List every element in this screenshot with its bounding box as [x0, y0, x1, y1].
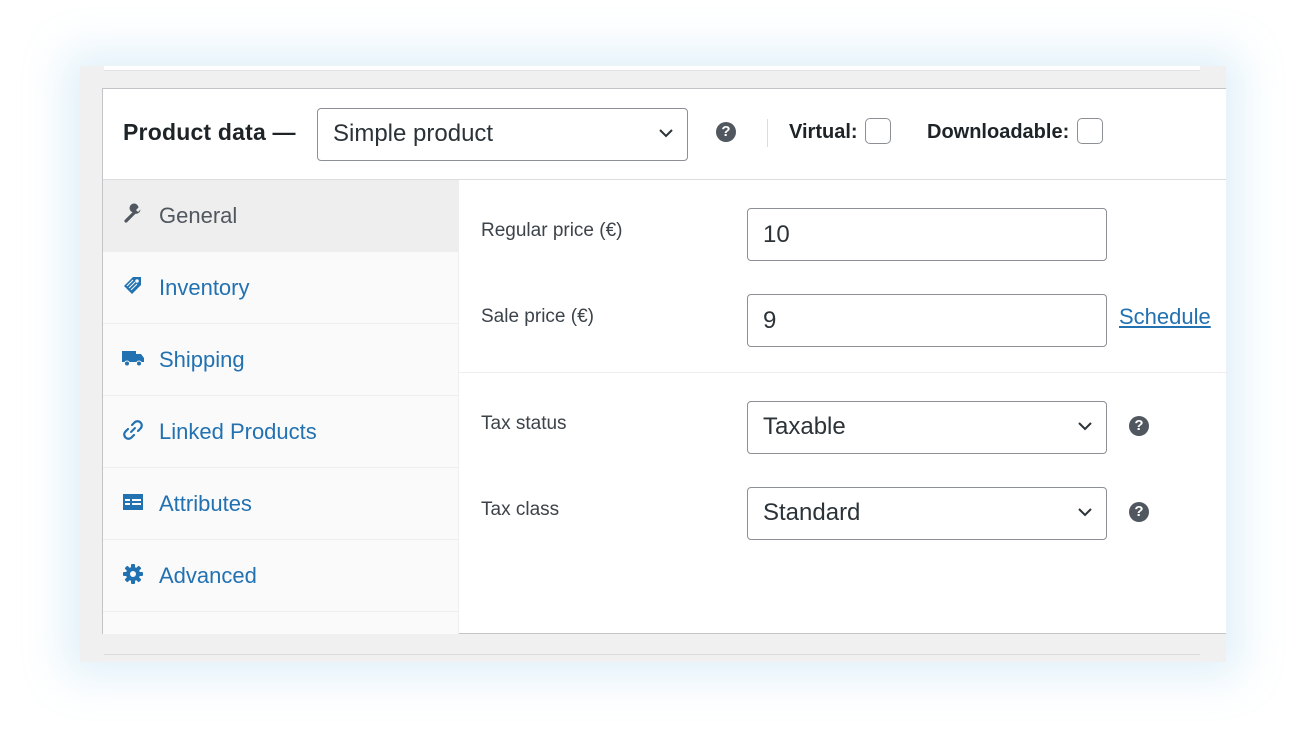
regular-price-value: 10	[763, 221, 790, 248]
section-divider	[459, 372, 1227, 373]
chevron-down-icon	[1078, 508, 1092, 517]
help-icon[interactable]: ?	[716, 122, 736, 142]
tax-class-value: Standard	[763, 499, 861, 526]
header-separator	[767, 119, 768, 147]
downloadable-label: Downloadable:	[927, 121, 1070, 143]
tab-linked-products-label: Linked Products	[159, 419, 317, 444]
frame-bottom-edge	[104, 654, 1200, 655]
tab-inventory[interactable]: Inventory	[103, 252, 458, 324]
tax-status-value: Taxable	[763, 413, 846, 440]
regular-price-input[interactable]: 10	[747, 208, 1107, 261]
tax-class-help-icon[interactable]: ?	[1129, 502, 1149, 522]
product-data-header: Product data — Simple product ? Virtual:…	[103, 89, 1226, 180]
tax-class-label: Tax class	[481, 499, 560, 520]
product-data-tabs: General Inventory Shipping Linked Produc…	[103, 180, 459, 634]
tab-linked-products[interactable]: Linked Products	[103, 396, 458, 468]
tab-shipping-label: Shipping	[159, 347, 245, 372]
tag-icon	[124, 277, 141, 294]
tab-inventory-label: Inventory	[159, 275, 250, 300]
sale-price-input[interactable]: 9	[747, 294, 1107, 347]
virtual-checkbox[interactable]	[865, 118, 891, 144]
gear-icon	[123, 564, 143, 584]
tax-status-help-icon[interactable]: ?	[1129, 416, 1149, 436]
product-data-panel: Product data — Simple product ? Virtual:…	[102, 88, 1227, 634]
tax-class-select[interactable]: Standard	[747, 487, 1107, 540]
tab-shipping[interactable]: Shipping	[103, 324, 458, 396]
link-icon	[123, 420, 143, 440]
chevron-down-icon	[659, 129, 673, 138]
tab-general-label: General	[159, 203, 238, 228]
truck-icon	[122, 351, 144, 367]
wrench-icon	[124, 203, 141, 223]
product-type-value: Simple product	[333, 120, 494, 147]
general-tab-panel: Regular price (€) 10 Sale price (€) 9 Sc…	[459, 180, 1227, 634]
downloadable-checkbox[interactable]	[1077, 118, 1103, 144]
tab-advanced[interactable]: Advanced	[103, 540, 458, 612]
sale-price-value: 9	[763, 307, 777, 334]
tab-attributes[interactable]: Attributes	[103, 468, 458, 540]
tax-status-select[interactable]: Taxable	[747, 401, 1107, 454]
tab-advanced-label: Advanced	[159, 563, 257, 588]
tab-attributes-label: Attributes	[159, 491, 252, 516]
list-icon	[123, 494, 143, 510]
product-type-select[interactable]: Simple product	[317, 108, 688, 161]
tab-general[interactable]: General	[103, 180, 458, 252]
schedule-link[interactable]: Schedule	[1119, 304, 1211, 330]
panel-title: Product data —	[123, 119, 296, 145]
sale-price-label: Sale price (€)	[481, 306, 594, 327]
tax-status-label: Tax status	[481, 413, 567, 434]
chevron-down-icon	[1078, 422, 1092, 431]
virtual-label: Virtual:	[789, 121, 858, 143]
regular-price-label: Regular price (€)	[481, 220, 623, 241]
frame-top-edge	[104, 66, 1200, 71]
